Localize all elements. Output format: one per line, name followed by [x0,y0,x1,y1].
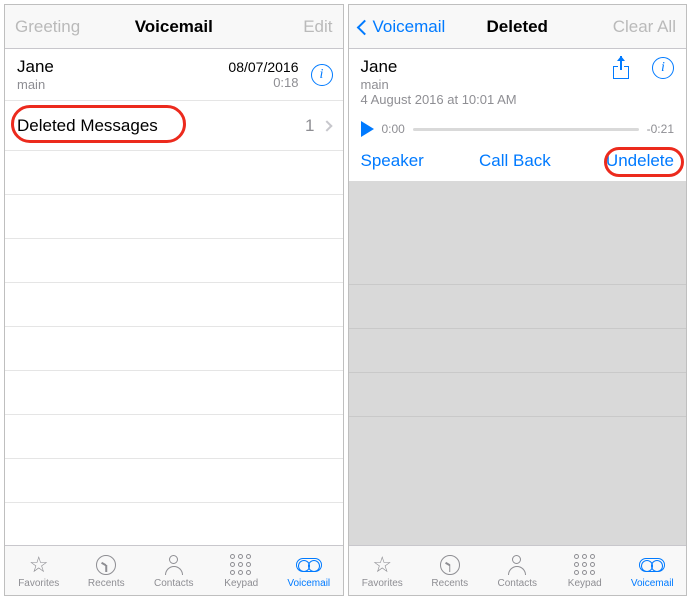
share-icon[interactable] [610,57,632,79]
keypad-icon [574,554,596,576]
playback-scrubber[interactable]: 0:00 -0:21 [361,121,675,137]
tab-recents[interactable]: Recents [73,546,141,595]
tab-bar: ☆ Favorites Recents Contacts Keypad Voic… [349,545,687,595]
tab-voicemail[interactable]: Voicemail [619,546,687,595]
greeting-button[interactable]: Greeting [15,17,80,37]
navbar: Voicemail Deleted Clear All [349,5,687,49]
tab-label: Voicemail [287,578,330,589]
chevron-left-icon [356,19,372,35]
play-icon[interactable] [361,121,374,137]
empty-area [349,181,687,545]
voicemail-screen: Greeting Voicemail Edit Jane main 08/07/… [4,4,344,596]
voicemail-list: Jane main 08/07/2016 0:18 i Deleted Mess… [5,49,343,545]
scrubber-track[interactable] [413,128,639,131]
tab-label: Contacts [498,578,537,589]
voicemail-duration: 0:18 [228,75,298,90]
tab-label: Keypad [568,578,602,589]
deleted-messages-count: 1 [305,116,314,136]
tab-contacts[interactable]: Contacts [484,546,552,595]
back-label: Voicemail [373,17,446,36]
voicemail-date: 08/07/2016 [228,59,298,75]
tab-label: Favorites [362,578,403,589]
info-icon[interactable]: i [652,57,674,79]
tab-label: Contacts [154,578,193,589]
caller-timestamp: 4 August 2016 at 10:01 AM [361,92,611,107]
tab-bar: ☆ Favorites Recents Contacts Keypad Voic… [5,545,343,595]
deleted-screen: Voicemail Deleted Clear All Jane main 4 … [348,4,688,596]
tab-voicemail[interactable]: Voicemail [275,546,343,595]
tab-favorites[interactable]: ☆ Favorites [349,546,417,595]
tab-favorites[interactable]: ☆ Favorites [5,546,73,595]
caller-sub: main [17,77,228,92]
voicemail-icon [296,558,322,572]
tab-contacts[interactable]: Contacts [140,546,208,595]
playback-actions: Speaker Call Back Undelete [361,151,675,171]
callback-button[interactable]: Call Back [479,151,551,171]
tab-keypad[interactable]: Keypad [551,546,619,595]
empty-rows [5,151,343,503]
navbar: Greeting Voicemail Edit [5,5,343,49]
tab-label: Favorites [18,578,59,589]
star-icon: ☆ [372,554,392,576]
deleted-messages-row[interactable]: Deleted Messages 1 [5,101,343,151]
deleted-messages-label: Deleted Messages [17,116,158,136]
caller-name: Jane [361,57,611,77]
tab-keypad[interactable]: Keypad [208,546,276,595]
clear-all-button[interactable]: Clear All [613,17,676,37]
caller-sub: main [361,77,611,92]
tab-recents[interactable]: Recents [416,546,484,595]
speaker-button[interactable]: Speaker [361,151,424,171]
tab-label: Voicemail [631,578,674,589]
clock-icon [440,555,460,575]
person-icon [164,555,184,575]
info-icon[interactable]: i [311,64,333,86]
tab-label: Keypad [224,578,258,589]
clock-icon [96,555,116,575]
edit-button[interactable]: Edit [303,17,332,37]
chevron-right-icon [321,120,332,131]
voicemail-detail: Jane main 4 August 2016 at 10:01 AM i 0:… [349,49,687,181]
remaining-time: -0:21 [647,122,674,136]
keypad-icon [230,554,252,576]
undelete-button[interactable]: Undelete [606,151,674,171]
tab-label: Recents [88,578,125,589]
tab-label: Recents [431,578,468,589]
voicemail-row[interactable]: Jane main 08/07/2016 0:18 i [5,49,343,101]
back-button[interactable]: Voicemail [359,17,446,37]
voicemail-icon [639,558,665,572]
elapsed-time: 0:00 [382,122,405,136]
star-icon: ☆ [29,554,49,576]
caller-name: Jane [17,57,228,77]
person-icon [507,555,527,575]
